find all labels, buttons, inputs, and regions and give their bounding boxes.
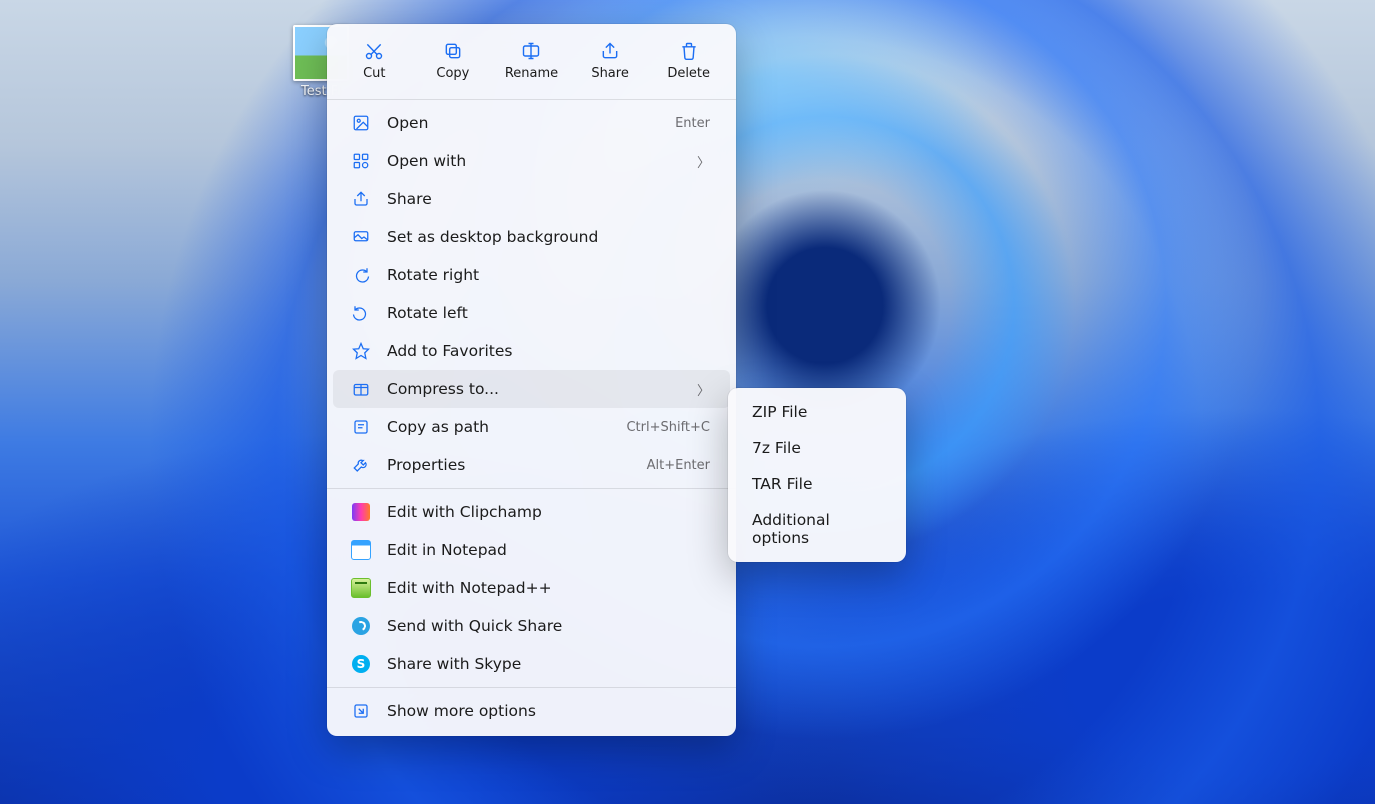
context-menu: Cut Copy Rename Share bbox=[327, 24, 736, 736]
menu-set-background-label: Set as desktop background bbox=[387, 228, 710, 246]
menu-compress-label: Compress to... bbox=[387, 380, 681, 398]
wallpaper-icon bbox=[351, 227, 371, 247]
quick-share-icon bbox=[351, 616, 371, 636]
share-arrow-icon bbox=[351, 189, 371, 209]
menu-rotate-right[interactable]: Rotate right bbox=[333, 256, 730, 294]
archive-icon bbox=[351, 379, 371, 399]
menu-show-more-label: Show more options bbox=[387, 702, 710, 720]
separator bbox=[327, 488, 736, 489]
menu-copy-path-label: Copy as path bbox=[387, 418, 610, 436]
separator bbox=[327, 687, 736, 688]
chevron-right-icon: 〉 bbox=[697, 152, 710, 171]
menu-clipchamp[interactable]: Edit with Clipchamp bbox=[333, 493, 730, 531]
menu-notepadpp[interactable]: Edit with Notepad++ bbox=[333, 569, 730, 607]
clipchamp-icon bbox=[351, 502, 371, 522]
separator bbox=[327, 99, 736, 100]
menu-open-label: Open bbox=[387, 114, 659, 132]
trash-icon bbox=[678, 40, 700, 62]
rename-icon bbox=[520, 40, 542, 62]
delete-label: Delete bbox=[667, 66, 710, 81]
menu-copy-path-shortcut: Ctrl+Shift+C bbox=[626, 420, 710, 435]
submenu-7z[interactable]: 7z File bbox=[734, 430, 900, 466]
cut-label: Cut bbox=[363, 66, 385, 81]
copy-button[interactable]: Copy bbox=[420, 36, 486, 85]
rename-button[interactable]: Rename bbox=[498, 36, 564, 85]
desktop[interactable]: Test Fi Cut Copy Rename bbox=[0, 0, 1375, 804]
scissors-icon bbox=[363, 40, 385, 62]
menu-skype-label: Share with Skype bbox=[387, 655, 710, 673]
rotate-left-icon bbox=[351, 303, 371, 323]
menu-properties[interactable]: Properties Alt+Enter bbox=[333, 446, 730, 484]
rename-label: Rename bbox=[505, 66, 558, 81]
skype-icon: S bbox=[351, 654, 371, 674]
menu-show-more[interactable]: Show more options bbox=[333, 692, 730, 730]
menu-compress-to[interactable]: Compress to... 〉 bbox=[333, 370, 730, 408]
delete-button[interactable]: Delete bbox=[656, 36, 722, 85]
cut-button[interactable]: Cut bbox=[341, 36, 407, 85]
submenu-zip[interactable]: ZIP File bbox=[734, 394, 900, 430]
copy-path-icon bbox=[351, 417, 371, 437]
menu-quick-share-label: Send with Quick Share bbox=[387, 617, 710, 635]
menu-quick-share[interactable]: Send with Quick Share bbox=[333, 607, 730, 645]
menu-add-favorites-label: Add to Favorites bbox=[387, 342, 710, 360]
menu-skype[interactable]: S Share with Skype bbox=[333, 645, 730, 683]
wrench-icon bbox=[351, 455, 371, 475]
menu-rotate-left-label: Rotate left bbox=[387, 304, 710, 322]
menu-properties-shortcut: Alt+Enter bbox=[647, 458, 710, 473]
menu-share[interactable]: Share bbox=[333, 180, 730, 218]
chevron-right-icon: 〉 bbox=[697, 380, 710, 399]
menu-open[interactable]: Open Enter bbox=[333, 104, 730, 142]
rotate-right-icon bbox=[351, 265, 371, 285]
picture-icon bbox=[351, 113, 371, 133]
copy-icon bbox=[442, 40, 464, 62]
menu-share-label: Share bbox=[387, 190, 710, 208]
submenu-additional[interactable]: Additional options bbox=[734, 502, 900, 556]
menu-copy-path[interactable]: Copy as path Ctrl+Shift+C bbox=[333, 408, 730, 446]
menu-open-with[interactable]: Open with 〉 bbox=[333, 142, 730, 180]
menu-add-favorites[interactable]: Add to Favorites bbox=[333, 332, 730, 370]
menu-properties-label: Properties bbox=[387, 456, 631, 474]
share-icon bbox=[599, 40, 621, 62]
context-menu-toolbar: Cut Copy Rename Share bbox=[327, 30, 736, 95]
star-icon bbox=[351, 341, 371, 361]
menu-clipchamp-label: Edit with Clipchamp bbox=[387, 503, 710, 521]
more-options-icon bbox=[351, 701, 371, 721]
menu-rotate-left[interactable]: Rotate left bbox=[333, 294, 730, 332]
submenu-tar[interactable]: TAR File bbox=[734, 466, 900, 502]
copy-label: Copy bbox=[436, 66, 469, 81]
menu-notepad-label: Edit in Notepad bbox=[387, 541, 710, 559]
menu-open-with-label: Open with bbox=[387, 152, 681, 170]
menu-open-shortcut: Enter bbox=[675, 116, 710, 131]
notepad-icon bbox=[351, 540, 371, 560]
open-with-icon bbox=[351, 151, 371, 171]
menu-set-background[interactable]: Set as desktop background bbox=[333, 218, 730, 256]
share-label: Share bbox=[591, 66, 629, 81]
menu-rotate-right-label: Rotate right bbox=[387, 266, 710, 284]
menu-notepadpp-label: Edit with Notepad++ bbox=[387, 579, 710, 597]
menu-notepad[interactable]: Edit in Notepad bbox=[333, 531, 730, 569]
share-button[interactable]: Share bbox=[577, 36, 643, 85]
notepadpp-icon bbox=[351, 578, 371, 598]
compress-submenu: ZIP File 7z File TAR File Additional opt… bbox=[728, 388, 906, 562]
